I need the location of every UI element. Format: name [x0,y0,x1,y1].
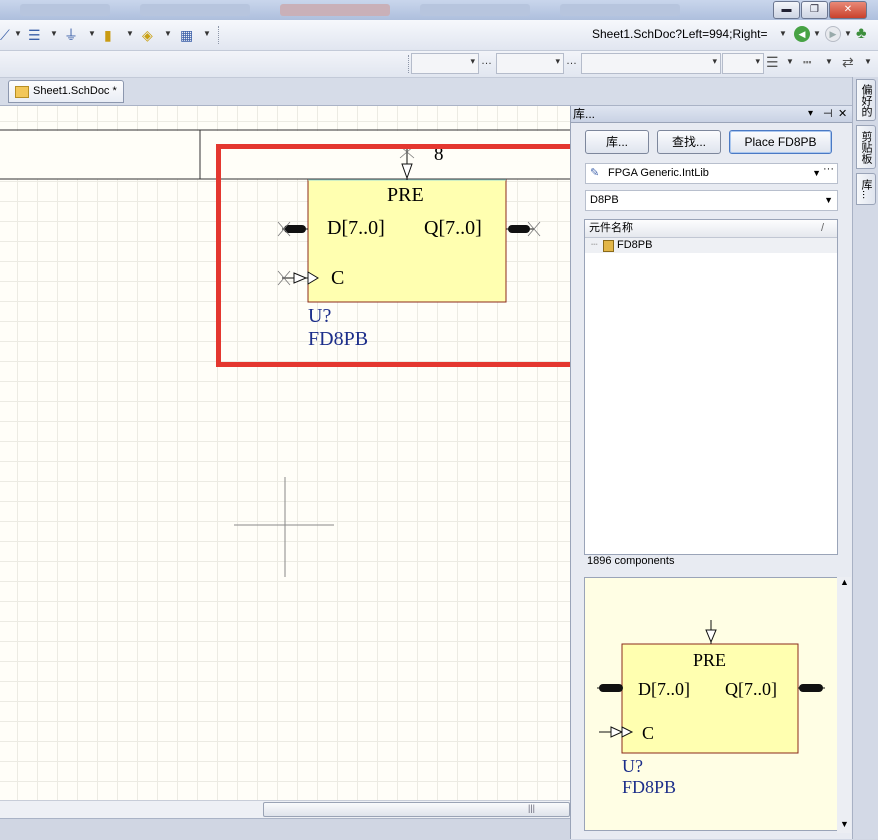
side-panel-tabs: 偏好的 剪贴板 库... [852,77,878,839]
scrollbar-thumb[interactable]: ||| [263,802,570,817]
chevron-down-icon[interactable]: ▼ [14,29,22,38]
document-tab-strip: Sheet1.SchDoc * [0,78,878,106]
chevron-down-icon: ▼ [812,168,821,178]
power-port-icon[interactable]: ▮ [104,27,112,43]
list-item-label: FD8PB [617,239,653,251]
component-list[interactable]: 元件名称 / ┄ FD8PB [584,219,838,555]
blurred-tab [140,4,250,16]
chevron-down-icon[interactable]: ▼ [813,29,821,38]
preview-d-label: D[7..0] [638,679,690,699]
search-button[interactable]: 查找... [657,130,721,154]
swap-icon[interactable]: ⇄ [842,54,854,70]
chevron-down-icon[interactable]: ▼ [825,57,833,66]
libraries-button[interactable]: 库... [585,130,649,154]
filter-value: D8PB [590,194,619,206]
chevron-down-icon[interactable]: ▼ [50,29,58,38]
chevron-down-icon[interactable]: ▼ [779,29,787,38]
preview-vertical-scrollbar[interactable]: ▲ ▼ [837,577,851,833]
canvas-horizontal-scrollbar[interactable]: ||| [0,800,570,818]
address-field[interactable]: Sheet1.SchDoc?Left=994;Right= [592,25,788,44]
chevron-down-icon[interactable]: ▼ [864,57,872,66]
scroll-up-icon[interactable]: ▲ [840,577,849,587]
blurred-tab [560,4,680,16]
more-icon[interactable]: … [481,55,492,67]
bus-icon[interactable]: ☰ [28,27,41,43]
chevron-down-icon: ▼ [824,195,833,205]
library-icon: ✎ [590,167,600,179]
chevron-down-icon[interactable]: ▼ [88,29,96,38]
tree-line: ┄ [591,239,598,251]
format-combo-2[interactable] [496,53,564,74]
maximize-button[interactable]: ❐ [801,1,828,19]
sort-indicator[interactable]: / [821,220,824,237]
wiring-toolbar: ⟋ ▼ ☰ ▼ ⏚ ▼ ▮ ▼ ◈ ▼ ▦ ▼ Sheet1.SchDoc?Le… [0,20,878,51]
format-combo-3[interactable] [581,53,721,74]
ground-icon[interactable]: ⏚ [64,27,78,43]
forward-icon[interactable]: ▶ [825,26,841,42]
line-width-icon[interactable]: ☰ [766,54,779,70]
library-panel: 库... ▾ ⊣ ✕ 库... 查找... Place FD8PB ✎ FPGA… [570,106,853,839]
back-icon[interactable]: ◀ [794,26,810,42]
blurred-tab [420,4,530,16]
preview-q-label: Q[7..0] [725,679,777,699]
chevron-down-icon[interactable]: ▼ [126,29,134,38]
minimize-button[interactable]: ▬ [773,1,800,19]
format-combo-4[interactable] [722,53,764,74]
filter-input[interactable]: D8PB ▼ [585,190,838,211]
chevron-down-icon[interactable]: ▼ [786,57,794,66]
scroll-down-icon[interactable]: ▼ [840,819,849,829]
toolbar-separator [218,26,220,44]
tab-favorites[interactable]: 偏好的 [856,79,876,121]
preview-designator: U? [622,756,643,776]
net-label-icon[interactable]: ◈ [142,27,153,43]
pin-icon[interactable]: ⊣ [823,106,833,122]
library-options-button[interactable]: ··· [823,163,834,175]
chevron-down-icon[interactable]: ▼ [844,29,852,38]
tab-libraries[interactable]: 库... [856,173,876,205]
close-icon[interactable]: ✕ [838,106,847,122]
preview-comment: FD8PB [622,777,677,797]
schematic-document-icon [15,86,29,98]
tab-label: Sheet1.SchDoc * [33,85,117,97]
preview-clock-label: C [642,723,655,743]
component-preview: PRE D[7..0] Q[7..0] C U? FD8PB [584,577,838,831]
highlight-box [216,144,592,367]
close-window-button[interactable]: ✕ [829,1,867,19]
grip-icon: ||| [528,803,536,813]
format-toolbar: … … ☰ ▼ ┅ ▼ ⇄ ▼ [0,51,878,78]
tab-sheet1-schdoc[interactable]: Sheet1.SchDoc * [8,80,124,103]
place-component-button[interactable]: Place FD8PB [729,130,832,154]
list-item[interactable]: ┄ FD8PB [585,238,837,253]
title-bar: ▬ ❐ ✕ [0,0,878,20]
library-panel-header: 库... ▾ ⊣ ✕ [571,106,853,123]
tree-icon[interactable]: ♣ [856,25,867,43]
column-header-name[interactable]: 元件名称 [589,220,633,237]
toolbar-separator [408,55,410,73]
blurred-tab [280,4,390,16]
chevron-down-icon[interactable]: ▼ [203,29,211,38]
panel-menu-icon[interactable]: ▾ [808,106,813,122]
chevron-down-icon[interactable]: ▼ [164,29,172,38]
tab-clipboard[interactable]: 剪贴板 [856,125,876,169]
library-select-value: FPGA Generic.IntLib [608,167,709,179]
grid-icon[interactable]: ▦ [180,27,193,43]
library-select[interactable]: ✎ FPGA Generic.IntLib ▼ [585,163,838,184]
component-count: 1896 components [587,555,675,567]
preview-pre-label: PRE [693,650,727,670]
format-combo-1[interactable] [411,53,479,74]
line-style-icon[interactable]: ┅ [803,54,811,70]
panel-title: 库... [573,107,596,121]
component-icon [603,240,614,252]
line-icon[interactable]: ⟋ [0,27,10,43]
more-icon[interactable]: … [566,55,577,67]
blurred-tab [20,4,110,16]
list-header[interactable]: 元件名称 / [585,220,837,238]
